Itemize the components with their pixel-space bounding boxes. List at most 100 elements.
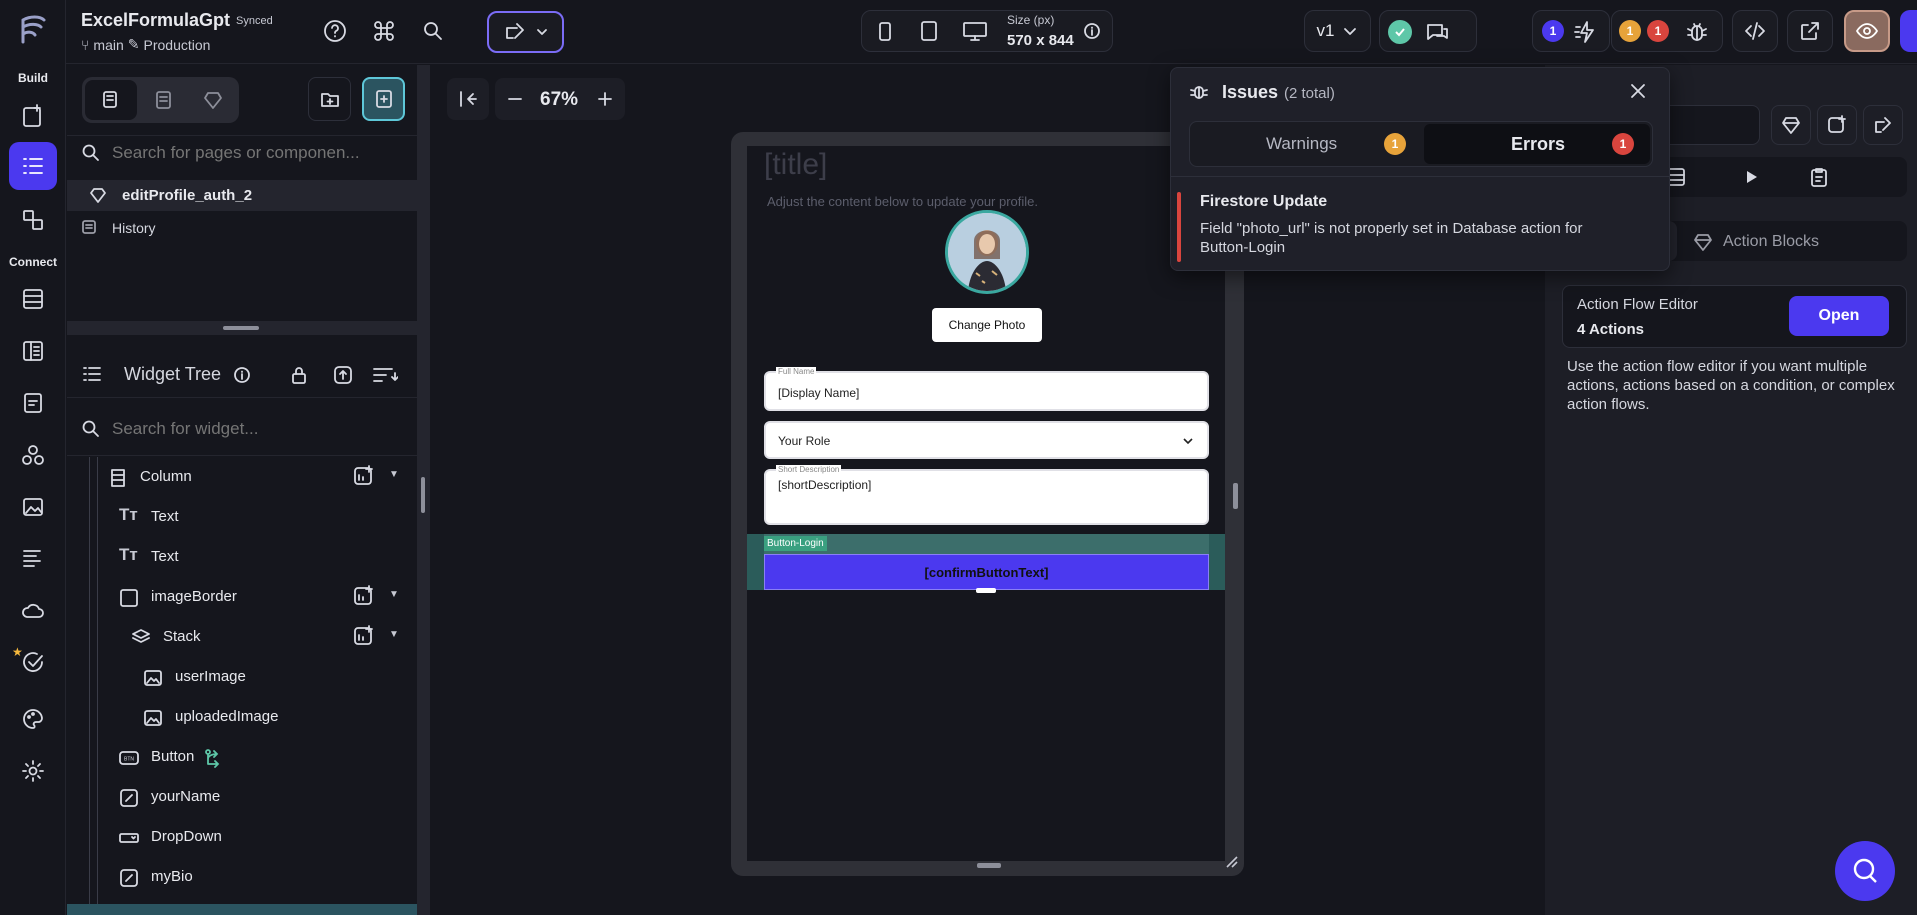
size-value[interactable]: 570 x 844 — [1007, 32, 1074, 49]
desktop-device-button[interactable] — [962, 20, 988, 42]
branch-info[interactable]: ⑂ main ✎ Production — [81, 36, 210, 53]
rail-tests-button[interactable]: ★ — [9, 639, 57, 687]
tab-warnings[interactable]: Warnings 1 — [1190, 122, 1420, 166]
tree-item-mybio[interactable]: myBio — [67, 857, 417, 897]
tab-components[interactable] — [140, 80, 188, 120]
frame-side-handle[interactable] — [1233, 483, 1238, 509]
tree-item-button[interactable]: BTN Button — [67, 737, 417, 777]
resize-handle[interactable] — [976, 588, 996, 593]
confirm-button[interactable]: [confirmButtonText] — [764, 554, 1209, 590]
tab-errors[interactable]: Errors 1 — [1424, 124, 1650, 164]
rail-integrations-button[interactable] — [9, 431, 57, 479]
chevron-down-icon — [1183, 438, 1193, 445]
run-menu[interactable] — [1900, 10, 1917, 52]
chevron-down-icon — [536, 29, 547, 35]
expand-collapse-icon[interactable] — [332, 364, 354, 386]
add-folder-button[interactable] — [308, 77, 351, 121]
tree-item-yourname[interactable]: yourName — [67, 777, 417, 817]
command-palette-button[interactable] — [367, 14, 401, 48]
rail-schema-button[interactable] — [9, 327, 57, 375]
info-icon[interactable] — [233, 366, 251, 384]
code-view-button[interactable] — [1732, 10, 1778, 52]
tab-library[interactable] — [189, 80, 237, 120]
issue-description[interactable]: Field "photo_url" is not properly set in… — [1200, 219, 1620, 257]
error-count-badge[interactable]: 1 — [1647, 20, 1669, 42]
tree-item-column[interactable]: Column ▼ — [67, 457, 417, 497]
tree-item-uploadedimage[interactable]: uploadedImage — [67, 697, 417, 737]
tree-item-imageborder[interactable]: imageBorder ▼ — [67, 577, 417, 617]
tree-item-userimage[interactable]: userImage — [67, 657, 417, 697]
size-info-icon[interactable] — [1083, 22, 1101, 40]
resize-corner-icon[interactable] — [1225, 855, 1239, 869]
rail-settings-button[interactable] — [9, 747, 57, 795]
avatar[interactable] — [945, 210, 1029, 294]
search-widget-input[interactable] — [112, 413, 402, 445]
page-item-selected[interactable]: editProfile_auth_2 — [67, 180, 417, 211]
tree-item-dropdown[interactable]: DropDown — [67, 817, 417, 857]
media-icon — [23, 498, 43, 516]
open-flow-editor-button[interactable]: Open — [1789, 296, 1889, 336]
add-page-button[interactable] — [362, 77, 405, 121]
check-status-icon[interactable] — [1388, 20, 1412, 44]
components-icon — [23, 210, 43, 230]
agent-count-badge[interactable]: 1 — [1542, 20, 1564, 42]
open-external-button[interactable] — [1787, 10, 1833, 52]
panel-divider[interactable] — [417, 65, 430, 915]
bug-button[interactable] — [1684, 19, 1710, 45]
filter-icon[interactable] — [372, 365, 398, 385]
zoom-in-button[interactable] — [595, 89, 615, 109]
full-name-field[interactable]: Full Name [Display Name] — [764, 367, 1209, 411]
zoom-value[interactable]: 67% — [540, 89, 578, 111]
rail-widget-tree-button[interactable] — [9, 142, 57, 190]
zoom-out-button[interactable] — [505, 89, 525, 109]
text-icon: Tт — [119, 505, 138, 524]
panel-resize-bar[interactable] — [67, 321, 417, 335]
app-logo-icon[interactable] — [18, 14, 48, 46]
preview-button[interactable] — [1844, 10, 1890, 52]
widget-tree: Column ▼ Tт Text Tт Text imageBorder ▼ S… — [67, 457, 417, 915]
rail-theme-button[interactable] — [9, 695, 57, 743]
tab-properties[interactable] — [1808, 166, 1830, 188]
rail-logs-button[interactable] — [9, 535, 57, 583]
rail-components-button[interactable] — [9, 196, 57, 244]
history-label: History — [112, 220, 156, 236]
design-mode-select[interactable] — [487, 11, 564, 53]
change-photo-button[interactable]: Change Photo — [932, 308, 1042, 342]
page-subtitle: Adjust the content below to update your … — [767, 194, 1039, 209]
tree-item-text[interactable]: Tт Text — [67, 497, 417, 537]
rail-api-button[interactable] — [9, 379, 57, 427]
history-item[interactable]: History — [67, 213, 417, 241]
tablet-device-button[interactable] — [918, 20, 940, 42]
version-select[interactable]: v1 — [1304, 10, 1371, 52]
comments-button[interactable] — [1424, 20, 1450, 44]
frame-bottom-handle[interactable] — [977, 863, 1001, 868]
role-dropdown[interactable]: Your Role — [764, 421, 1209, 459]
tree-item-selected-partial[interactable] — [67, 904, 417, 915]
rail-cloud-button[interactable] — [9, 587, 57, 635]
search-button[interactable] — [416, 14, 450, 48]
close-icon[interactable] — [1627, 80, 1649, 102]
rail-add-page-button[interactable] — [9, 92, 57, 140]
issue-title[interactable]: Firestore Update — [1200, 193, 1327, 211]
rail-media-button[interactable] — [9, 483, 57, 531]
tab-pages[interactable] — [85, 80, 137, 120]
tree-item-text[interactable]: Tт Text — [67, 537, 417, 577]
search-pages-input[interactable] — [112, 137, 412, 169]
add-widget-button[interactable] — [1817, 105, 1857, 145]
warning-count-badge[interactable]: 1 — [1619, 20, 1641, 42]
support-chat-button[interactable] — [1835, 841, 1895, 901]
theme-button[interactable] — [1863, 105, 1903, 145]
lock-icon[interactable] — [289, 364, 309, 386]
collapse-panel-button[interactable] — [447, 78, 489, 120]
library-button[interactable] — [1771, 105, 1811, 145]
tree-item-stack[interactable]: Stack ▼ — [67, 617, 417, 657]
project-name[interactable]: ExcelFormulaGpt — [81, 10, 230, 31]
help-button[interactable] — [318, 14, 352, 48]
phone-device-button[interactable] — [874, 20, 896, 42]
tab-animations[interactable] — [1740, 166, 1762, 188]
rail-firestore-button[interactable] — [9, 275, 57, 323]
lightning-run-button[interactable] — [1573, 19, 1599, 45]
bug-icon — [1687, 23, 1707, 41]
short-description-field[interactable]: Short Description [shortDescription] — [764, 465, 1209, 525]
tab-action-blocks[interactable]: Action Blocks — [1723, 233, 1819, 251]
